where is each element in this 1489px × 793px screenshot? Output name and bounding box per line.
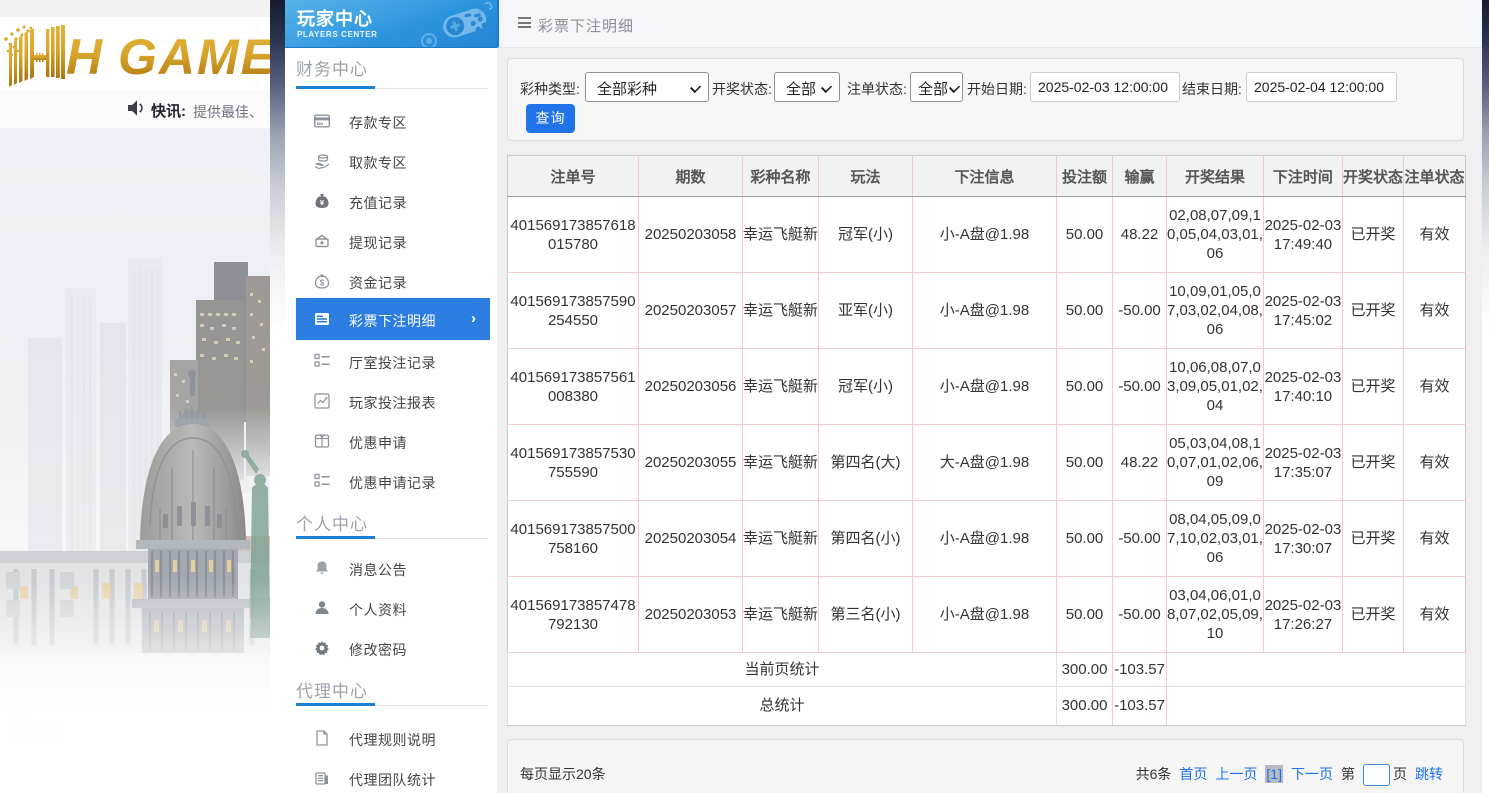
svg-text:$: $	[320, 279, 325, 288]
svg-text:GAME: GAME	[118, 29, 270, 85]
svg-text:H: H	[66, 29, 103, 85]
